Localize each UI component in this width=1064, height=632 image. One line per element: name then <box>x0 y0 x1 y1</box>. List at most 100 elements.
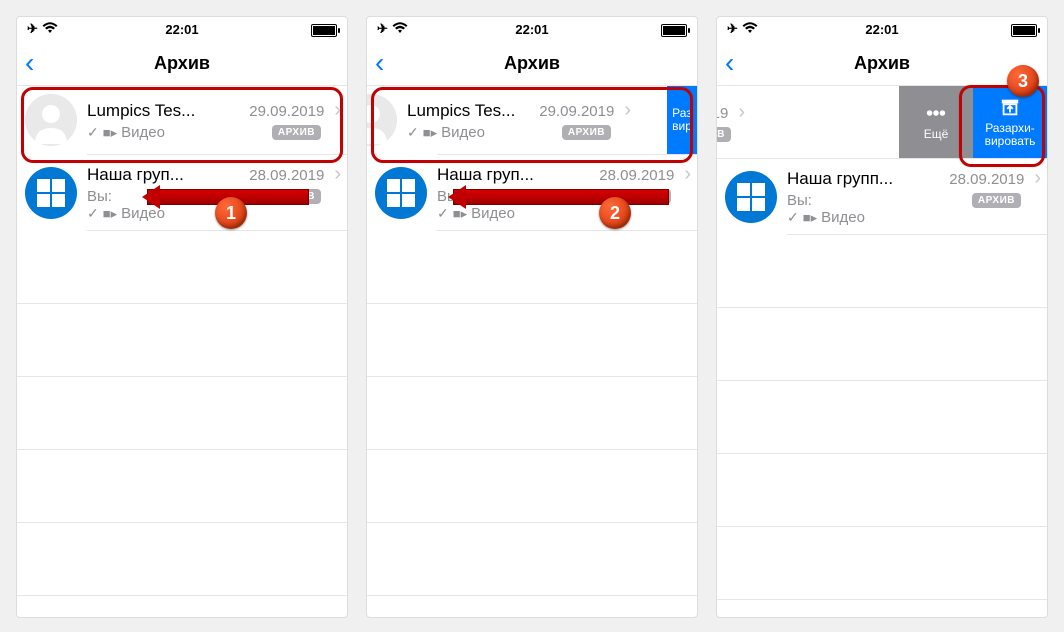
chat-date: 29.09.2019 <box>539 103 614 120</box>
chat-name: Lumpics Tes... <box>87 101 195 121</box>
chevron-right-icon: › <box>334 99 341 122</box>
status-time: 22:01 <box>830 22 933 37</box>
chat-date: 28.09.2019 <box>599 167 674 184</box>
chat-date: 28.09.2019 <box>249 167 324 184</box>
more-label: Ещё <box>922 128 951 141</box>
empty-row <box>17 377 347 450</box>
empty-row <box>367 231 697 304</box>
more-button[interactable]: Ещё <box>899 86 973 158</box>
status-bar: ✈ 22:01 <box>717 17 1047 41</box>
empty-row <box>367 377 697 450</box>
back-button[interactable]: ‹ <box>725 49 734 77</box>
empty-row <box>17 231 347 304</box>
empty-row <box>367 450 697 523</box>
unarchive-label-peek: Раз вир <box>670 107 694 133</box>
check-icon: ✓ <box>87 205 99 222</box>
avatar-placeholder <box>367 94 397 146</box>
chat-subtitle: Видео <box>441 124 485 141</box>
you-label: Вы: <box>87 188 112 205</box>
chat-row-lumpics-swiped[interactable]: Tes... 29.09.2019 › Видео АРХИВ Ещё <box>717 86 1047 158</box>
unarchive-label: Разархи-вировать <box>983 122 1038 148</box>
avatar-placeholder <box>25 94 77 146</box>
chat-row-group[interactable]: Наша груп... 28.09.2019 › Вы: АРХИВ ✓ ■▸… <box>367 155 697 230</box>
panel-3: ✈ 22:01 ‹ Архив Tes... 29.09.2019 › <box>716 16 1048 618</box>
chevron-right-icon: › <box>1034 167 1041 190</box>
battery-icon <box>1011 24 1037 37</box>
back-button[interactable]: ‹ <box>375 49 384 77</box>
empty-row <box>717 308 1047 381</box>
chat-subtitle: Видео <box>821 209 865 226</box>
you-label: Вы: <box>437 188 462 205</box>
status-time: 22:01 <box>480 22 583 37</box>
avatar-windows <box>725 171 777 223</box>
status-bar: ✈ 22:01 <box>17 17 347 41</box>
chevron-right-icon: › <box>624 99 631 122</box>
empty-row <box>717 235 1047 308</box>
navigation-bar: ‹ Архив <box>17 41 347 85</box>
check-icon: ✓ <box>407 124 419 141</box>
empty-row <box>367 523 697 596</box>
chat-date: 29.09.2019 <box>717 105 728 122</box>
archive-badge: АРХИВ <box>272 125 321 140</box>
navigation-bar: ‹ Архив <box>367 41 697 85</box>
chevron-right-icon: › <box>684 163 691 186</box>
video-icon: ■▸ <box>453 206 467 222</box>
chat-date: 28.09.2019 <box>949 171 1024 188</box>
panel-2: ✈ 22:01 ‹ Архив Lumpics Tes... 29.09.201… <box>366 16 698 618</box>
archive-badge: АРХИВ <box>272 189 321 204</box>
avatar-windows <box>25 167 77 219</box>
empty-row <box>17 523 347 596</box>
battery-icon <box>661 24 687 37</box>
airplane-mode-icon: ✈ <box>377 21 388 37</box>
unarchive-icon <box>999 96 1021 118</box>
check-icon: ✓ <box>87 124 99 141</box>
chat-subtitle: Видео <box>471 205 515 222</box>
chat-row-lumpics[interactable]: Lumpics Tes... 29.09.2019 › ✓ ■▸ Видео А… <box>17 86 347 154</box>
avatar-windows <box>375 167 427 219</box>
chat-list: Tes... 29.09.2019 › Видео АРХИВ Ещё <box>717 85 1047 600</box>
nav-title: Архив <box>367 53 697 74</box>
chat-row-group[interactable]: Наша групп... 28.09.2019 › Вы: АРХИВ ✓ ■… <box>717 159 1047 234</box>
chat-name: Lumpics Tes... <box>407 101 515 121</box>
back-button[interactable]: ‹ <box>25 49 34 77</box>
empty-row <box>717 381 1047 454</box>
nav-title: Архив <box>717 53 1047 74</box>
chat-name: Наша групп... <box>787 169 893 189</box>
wifi-icon <box>742 22 758 37</box>
empty-row <box>367 304 697 377</box>
chat-row-group[interactable]: Наша груп... 28.09.2019 › Вы: АРХИВ ✓ ■▸… <box>17 155 347 230</box>
chat-date: 29.09.2019 <box>249 103 324 120</box>
empty-row <box>717 454 1047 527</box>
archive-badge: АРХИВ <box>622 189 671 204</box>
wifi-icon <box>392 22 408 37</box>
airplane-mode-icon: ✈ <box>727 21 738 37</box>
panel-1: ✈ 22:01 ‹ Архив Lumpics Tes... 29.09.201… <box>16 16 348 618</box>
wifi-icon <box>42 22 58 37</box>
chat-subtitle: Видео <box>121 205 165 222</box>
video-icon: ■▸ <box>103 125 117 141</box>
unarchive-button-peek[interactable]: Раз вир <box>667 86 697 154</box>
video-icon: ■▸ <box>803 210 817 226</box>
navigation-bar: ‹ Архив <box>717 41 1047 85</box>
archive-badge: АРХИВ <box>717 127 731 142</box>
empty-row <box>17 304 347 377</box>
chat-list: Lumpics Tes... 29.09.2019 › ✓ ■▸ Видео А… <box>17 85 347 596</box>
chevron-right-icon: › <box>334 163 341 186</box>
chat-name: Наша груп... <box>437 165 534 185</box>
video-icon: ■▸ <box>423 125 437 141</box>
more-icon <box>925 102 947 124</box>
airplane-mode-icon: ✈ <box>27 21 38 37</box>
archive-badge: АРХИВ <box>972 193 1021 208</box>
chevron-right-icon: › <box>738 101 745 124</box>
status-bar: ✈ 22:01 <box>367 17 697 41</box>
unarchive-button[interactable]: Разархи-вировать <box>973 86 1047 158</box>
status-time: 22:01 <box>130 22 233 37</box>
chat-name: Наша груп... <box>87 165 184 185</box>
chat-row-lumpics[interactable]: Lumpics Tes... 29.09.2019 › ✓ ■▸ Видео А… <box>367 86 697 154</box>
chat-list: Lumpics Tes... 29.09.2019 › ✓ ■▸ Видео А… <box>367 85 697 596</box>
check-icon: ✓ <box>787 209 799 226</box>
empty-row <box>17 450 347 523</box>
video-icon: ■▸ <box>103 206 117 222</box>
you-label: Вы: <box>787 192 812 209</box>
archive-badge: АРХИВ <box>562 125 611 140</box>
